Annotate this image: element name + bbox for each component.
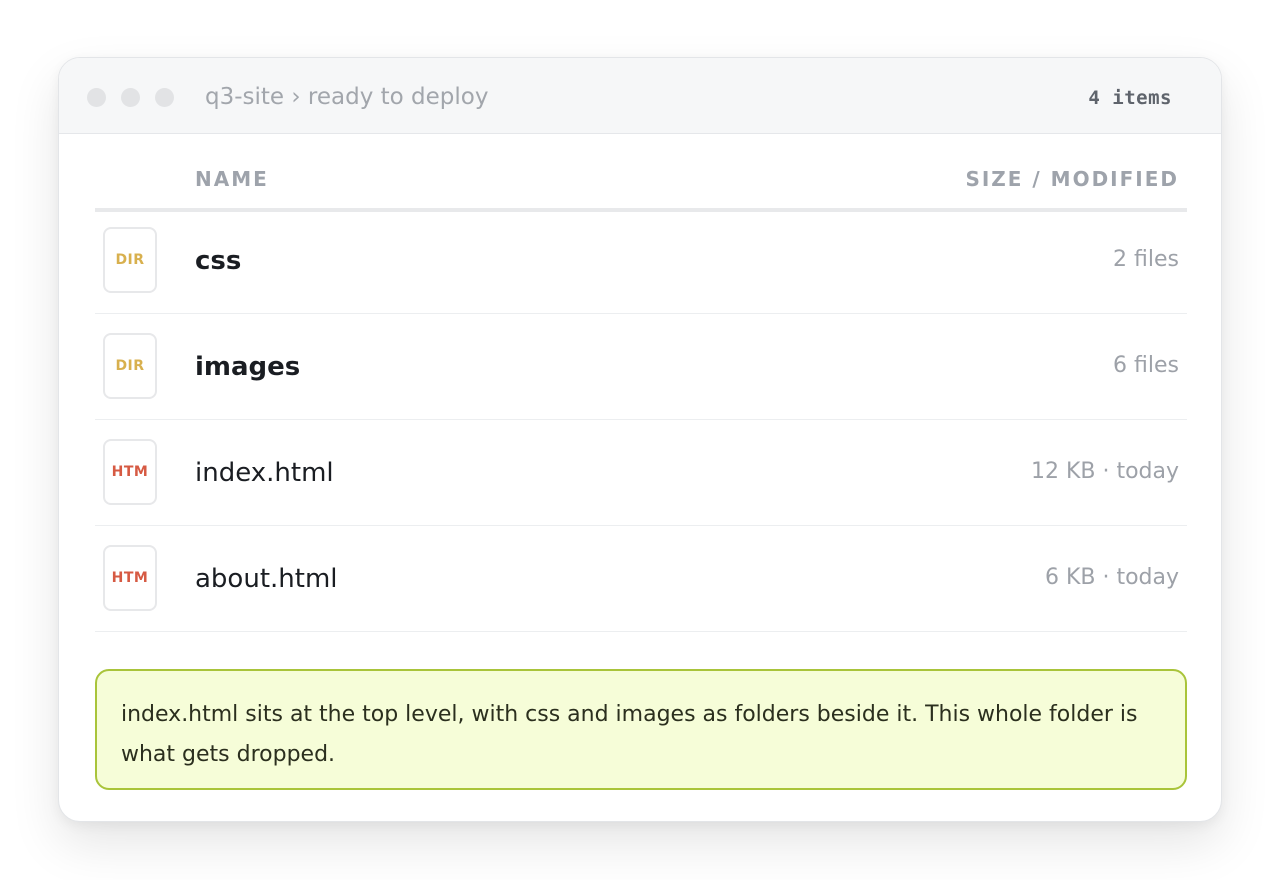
file-meta: 6 KB · today [1044,565,1179,590]
file-list: DIR css 2 files DIR images 6 files HTM i… [95,208,1187,632]
file-name: images [195,352,301,382]
item-count: 4 items [1088,87,1172,109]
folder-icon: DIR [103,333,157,399]
window-maximize-button[interactable] [155,88,174,107]
info-note: index.html sits at the top level, with c… [95,669,1187,790]
file-browser-window: q3-site › ready to deploy 4 items NAME S… [58,57,1222,822]
file-meta: 12 KB · today [1030,459,1179,484]
file-name: index.html [195,458,334,488]
file-row-images[interactable]: DIR images 6 files [95,314,1187,420]
window-minimize-button[interactable] [121,88,140,107]
file-meta: 2 files [1113,247,1179,272]
column-header-name[interactable]: NAME [195,164,269,194]
file-row-index-html[interactable]: HTM index.html 12 KB · today [95,420,1187,526]
column-header-size-modified[interactable]: SIZE / MODIFIED [965,164,1179,194]
breadcrumb: q3-site › ready to deploy [205,84,489,110]
file-name: about.html [195,564,338,594]
title-bar: q3-site › ready to deploy 4 items [59,58,1221,134]
file-name: css [195,246,242,276]
file-meta: 6 files [1113,353,1179,378]
html-file-icon: HTM [103,439,157,505]
folder-icon: DIR [103,227,157,293]
column-header-row: NAME SIZE / MODIFIED [95,164,1187,212]
file-row-about-html[interactable]: HTM about.html 6 KB · today [95,526,1187,632]
html-file-icon: HTM [103,545,157,611]
window-close-button[interactable] [87,88,106,107]
file-row-css[interactable]: DIR css 2 files [95,208,1187,314]
